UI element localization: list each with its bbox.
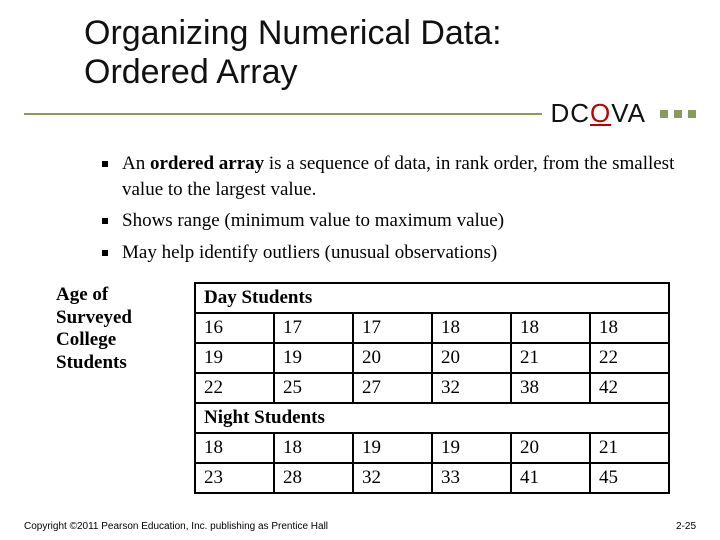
- bullet-icon: [102, 250, 108, 256]
- table-cell: 23: [195, 463, 274, 493]
- dcova-c: C: [570, 98, 590, 128]
- table-cell: 19: [353, 433, 432, 463]
- text-span: An: [122, 153, 150, 174]
- square-icon: [688, 110, 696, 118]
- table-cell: 22: [590, 343, 669, 373]
- table-cell: 19: [432, 433, 511, 463]
- bullet-item: An ordered array is a sequence of data, …: [102, 151, 696, 202]
- table-cell: 18: [274, 433, 353, 463]
- slide: Organizing Numerical Data: Ordered Array…: [0, 0, 720, 540]
- table-cell: 17: [353, 313, 432, 343]
- bullet-icon: [102, 218, 108, 224]
- bullet-list: An ordered array is a sequence of data, …: [102, 151, 696, 266]
- table-cell: 18: [511, 313, 590, 343]
- table-cell: 32: [353, 463, 432, 493]
- dcova-v: V: [611, 98, 627, 128]
- table-cell: 32: [432, 373, 511, 403]
- table-row: 16 17 17 18 18 18: [195, 313, 669, 343]
- table-cell: 22: [195, 373, 274, 403]
- data-table: Day Students 16 17 17 18 18 18 19 19 20 …: [194, 282, 670, 494]
- bullet-icon: [102, 161, 108, 167]
- bullet-item: May help identify outliers (unusual obse…: [102, 240, 696, 266]
- divider-accent: [660, 110, 696, 118]
- square-icon: [674, 110, 682, 118]
- dcova-a: A: [628, 98, 646, 128]
- table-cell: 20: [432, 343, 511, 373]
- table-header-day: Day Students: [195, 283, 669, 313]
- dcova-d: D: [550, 98, 570, 128]
- table-cell: 25: [274, 373, 353, 403]
- title-block: Organizing Numerical Data: Ordered Array: [24, 14, 696, 92]
- table-cell: 28: [274, 463, 353, 493]
- table-cell: 17: [274, 313, 353, 343]
- table-header-night: Night Students: [195, 403, 669, 433]
- table-cell: 18: [432, 313, 511, 343]
- table-cell: 42: [590, 373, 669, 403]
- bullet-text: May help identify outliers (unusual obse…: [122, 240, 696, 266]
- table-row: 23 28 32 33 41 45: [195, 463, 669, 493]
- table-cell: 20: [353, 343, 432, 373]
- slide-title-line2: Ordered Array: [84, 53, 696, 92]
- table-header-row: Night Students: [195, 403, 669, 433]
- table-cell: 18: [195, 433, 274, 463]
- text-bold: ordered array: [150, 153, 264, 174]
- table-cell: 19: [274, 343, 353, 373]
- table-row: 19 19 20 20 21 22: [195, 343, 669, 373]
- table-cell: 18: [590, 313, 669, 343]
- table-side-label: Age of Surveyed College Students: [56, 282, 176, 494]
- divider-row: DCOVA: [24, 98, 696, 129]
- table-cell: 16: [195, 313, 274, 343]
- bullet-text: An ordered array is a sequence of data, …: [122, 151, 696, 202]
- copyright-text: Copyright ©2011 Pearson Education, Inc. …: [24, 521, 328, 532]
- table-cell: 33: [432, 463, 511, 493]
- table-cell: 20: [511, 433, 590, 463]
- table-cell: 38: [511, 373, 590, 403]
- square-icon: [660, 110, 668, 118]
- table-header-row: Day Students: [195, 283, 669, 313]
- table-cell: 27: [353, 373, 432, 403]
- table-cell: 19: [195, 343, 274, 373]
- bullet-text: Shows range (minimum value to maximum va…: [122, 208, 696, 234]
- dcova-o: O: [590, 98, 611, 128]
- table-cell: 21: [590, 433, 669, 463]
- slide-title-line1: Organizing Numerical Data:: [84, 14, 696, 53]
- dcova-label: DCOVA: [550, 98, 652, 129]
- bullet-item: Shows range (minimum value to maximum va…: [102, 208, 696, 234]
- table-cell: 21: [511, 343, 590, 373]
- table-wrap: Day Students 16 17 17 18 18 18 19 19 20 …: [194, 282, 670, 494]
- table-cell: 45: [590, 463, 669, 493]
- page-number: 2-25: [676, 521, 696, 532]
- table-cell: 41: [511, 463, 590, 493]
- content-row: Age of Surveyed College Students Day Stu…: [24, 282, 696, 494]
- table-row: 22 25 27 32 38 42: [195, 373, 669, 403]
- divider-line-left: [24, 113, 542, 115]
- footer: Copyright ©2011 Pearson Education, Inc. …: [24, 521, 696, 532]
- table-row: 18 18 19 19 20 21: [195, 433, 669, 463]
